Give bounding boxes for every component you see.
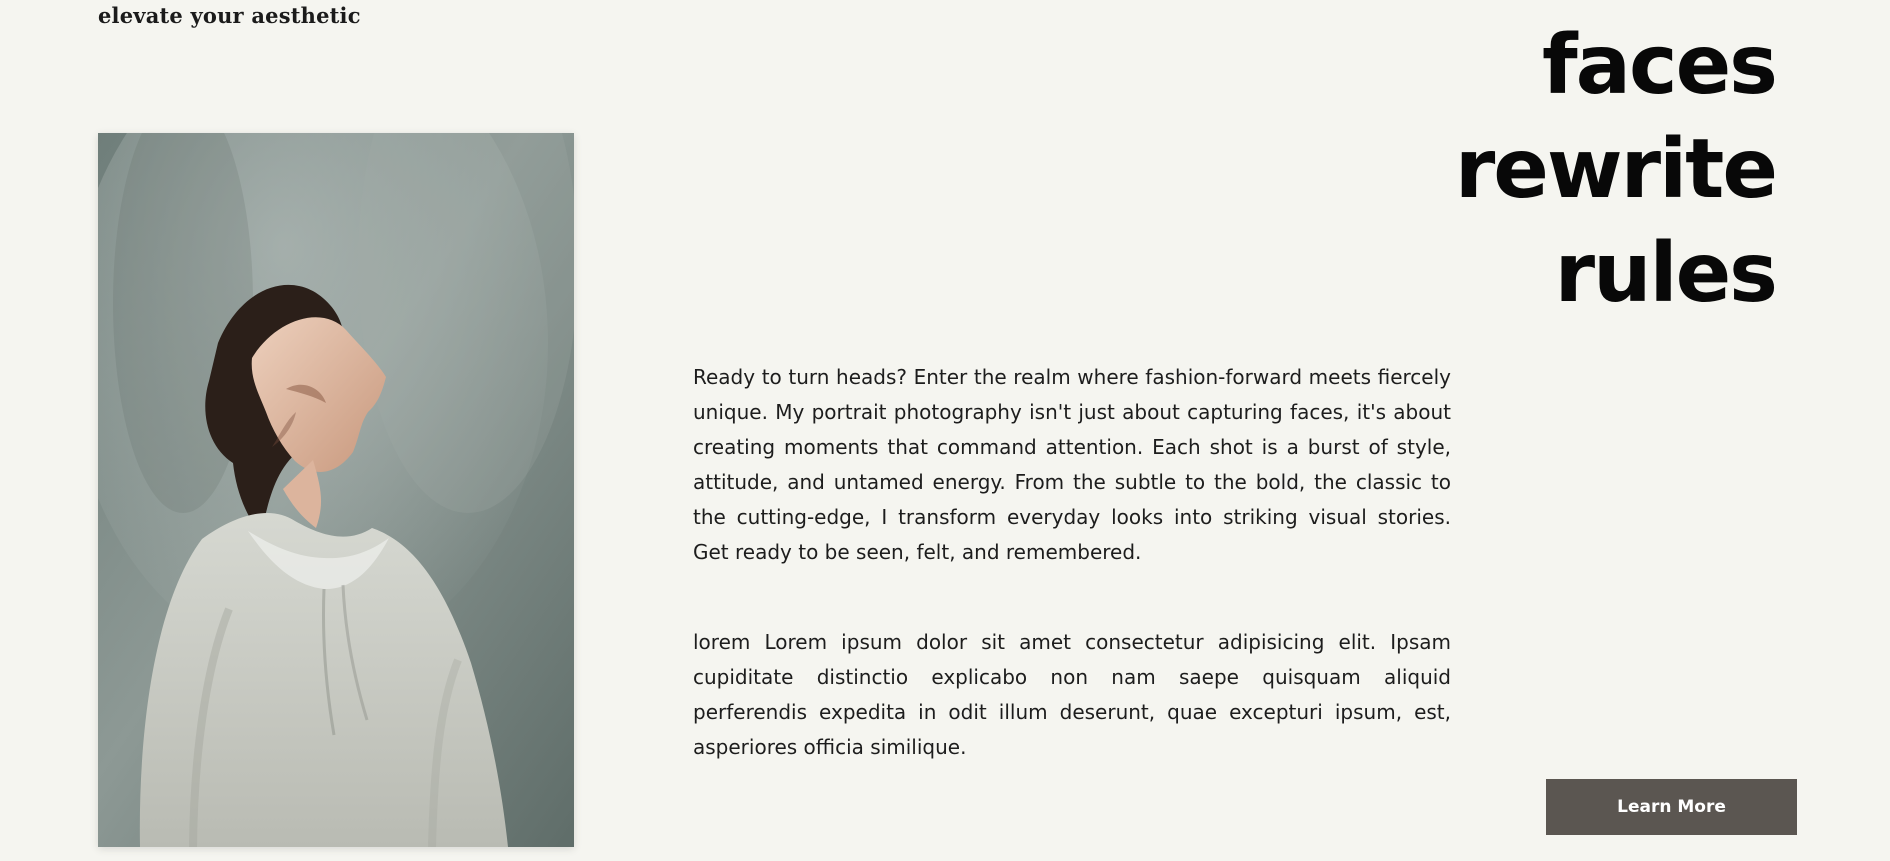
headline-line-2: rewrite xyxy=(1454,122,1778,217)
headline-line-3: rules xyxy=(1554,226,1778,321)
secondary-paragraph: lorem Lorem ipsum dolor sit amet consect… xyxy=(693,630,1451,759)
headline: faces rewrite rules xyxy=(1356,14,1778,326)
tagline: elevate your aesthetic xyxy=(98,3,361,28)
portrait-photo xyxy=(98,133,574,847)
intro-copy: Ready to turn heads? Enter the realm whe… xyxy=(693,360,1451,765)
intro-paragraph: Ready to turn heads? Enter the realm whe… xyxy=(693,365,1451,564)
learn-more-button[interactable]: Learn More xyxy=(1546,779,1797,835)
portrait-image xyxy=(98,133,574,847)
headline-line-1: faces xyxy=(1541,18,1778,113)
